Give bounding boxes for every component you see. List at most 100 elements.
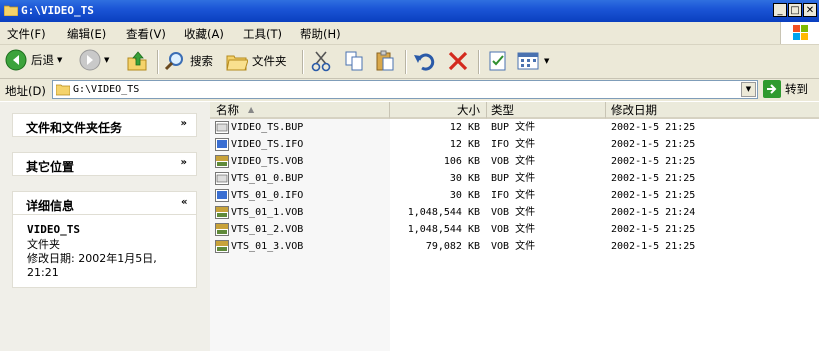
ifo-file-icon xyxy=(215,138,229,151)
file-tasks-panel-header[interactable]: 文件和文件夹任务 » xyxy=(12,113,197,137)
file-name: VTS_01_1.VOB xyxy=(231,207,304,218)
file-date: 2002-1-5 21:24 xyxy=(611,207,696,218)
file-type: BUP 文件 xyxy=(491,122,536,133)
file-size: 1,048,544 KB xyxy=(407,207,480,218)
menu-file[interactable]: 文件(F) xyxy=(7,26,46,42)
column-size-label: 大小 xyxy=(457,103,480,117)
address-label: 地址(D) xyxy=(5,84,46,98)
file-type: VOB 文件 xyxy=(491,207,536,218)
file-type: BUP 文件 xyxy=(491,173,536,184)
toolbar: 后退 ▼ ▼ 搜索 文件夹 ▼ xyxy=(0,45,819,79)
file-type: VOB 文件 xyxy=(491,241,536,252)
folders-label: 文件夹 xyxy=(252,54,287,68)
address-input[interactable]: G:\VIDEO_TS ▼ xyxy=(52,80,758,99)
sort-ascending-icon: ▲ xyxy=(248,105,255,114)
column-name-label: 名称 xyxy=(216,103,239,117)
table-row[interactable]: VTS_01_1.VOB 1,048,544 KB VOB 文件 2002-1-… xyxy=(210,204,819,221)
cut-icon xyxy=(311,51,331,72)
delete-button[interactable] xyxy=(447,50,469,72)
address-path: G:\VIDEO_TS xyxy=(73,84,140,95)
paste-button[interactable] xyxy=(374,50,396,72)
column-header-date[interactable]: 修改日期 xyxy=(606,102,819,119)
file-date: 2002-1-5 21:25 xyxy=(611,173,696,184)
back-button[interactable]: 后退 ▼ xyxy=(5,49,62,71)
table-row[interactable]: VIDEO_TS.IFO 12 KB IFO 文件 2002-1-5 21:25 xyxy=(210,136,819,153)
menu-tools[interactable]: 工具(T) xyxy=(243,26,282,42)
views-dropdown-icon[interactable]: ▼ xyxy=(544,57,549,65)
back-arrow-icon xyxy=(5,49,27,71)
window-title: G:\VIDEO_TS xyxy=(21,4,94,17)
back-dropdown-icon[interactable]: ▼ xyxy=(57,56,62,64)
minimize-button[interactable]: _ xyxy=(773,3,787,17)
details-panel-header[interactable]: 详细信息 » xyxy=(12,191,197,215)
table-row[interactable]: VTS_01_0.BUP 30 KB BUP 文件 2002-1-5 21:25 xyxy=(210,170,819,187)
go-button[interactable]: 转到 xyxy=(763,80,808,98)
other-places-panel-header[interactable]: 其它位置 » xyxy=(12,152,197,176)
views-button[interactable]: ▼ xyxy=(517,50,549,72)
file-date: 2002-1-5 21:25 xyxy=(611,156,696,167)
file-name: VIDEO_TS.BUP xyxy=(231,122,304,133)
cut-button[interactable] xyxy=(310,50,332,72)
forward-button[interactable]: ▼ xyxy=(79,49,109,71)
table-row[interactable]: VTS_01_0.IFO 30 KB IFO 文件 2002-1-5 21:25 xyxy=(210,187,819,204)
search-icon xyxy=(164,52,183,71)
folders-icon xyxy=(226,55,248,71)
menu-view[interactable]: 查看(V) xyxy=(126,26,166,42)
file-name: VTS_01_0.IFO xyxy=(231,190,304,201)
properties-icon xyxy=(489,51,506,71)
task-pane: 文件和文件夹任务 » 其它位置 » 详细信息 » VIDEO_TS 文件夹 修改… xyxy=(0,102,210,351)
properties-button[interactable] xyxy=(487,50,509,72)
file-name: VTS_01_2.VOB xyxy=(231,224,304,235)
ifo-file-icon xyxy=(215,189,229,202)
file-date: 2002-1-5 21:25 xyxy=(611,139,696,150)
address-dropdown-icon[interactable]: ▼ xyxy=(741,82,756,97)
menu-help[interactable]: 帮助(H) xyxy=(300,26,341,42)
file-list: 名称 ▲ 大小 类型 修改日期 VIDEO_TS.BUP 12 KB BUP 文… xyxy=(210,102,819,351)
title-bar: G:\VIDEO_TS _ □ ✕ xyxy=(0,0,819,22)
folder-icon xyxy=(56,84,70,96)
file-size: 106 KB xyxy=(443,156,480,167)
close-button[interactable]: ✕ xyxy=(803,3,817,17)
table-row[interactable]: VIDEO_TS.VOB 106 KB VOB 文件 2002-1-5 21:2… xyxy=(210,153,819,170)
column-header-name[interactable]: 名称 ▲ xyxy=(210,102,390,119)
copy-button[interactable] xyxy=(343,50,365,72)
search-button[interactable]: 搜索 xyxy=(164,50,213,72)
column-header-type[interactable]: 类型 xyxy=(487,102,606,119)
maximize-button[interactable]: □ xyxy=(788,3,802,17)
file-name: VTS_01_3.VOB xyxy=(231,241,304,252)
vob-file-icon xyxy=(215,206,229,219)
bup-file-icon xyxy=(215,172,229,185)
toolbar-separator xyxy=(478,50,480,74)
chevron-down-icon[interactable]: » xyxy=(181,157,187,168)
up-folder-button[interactable] xyxy=(126,50,148,72)
undo-button[interactable] xyxy=(413,50,435,72)
file-size: 30 KB xyxy=(449,190,480,201)
other-places-title: 其它位置 xyxy=(26,160,75,174)
detail-type: 文件夹 xyxy=(27,238,60,251)
file-type: VOB 文件 xyxy=(491,224,536,235)
menu-edit[interactable]: 编辑(E) xyxy=(67,26,106,42)
file-date: 2002-1-5 21:25 xyxy=(611,190,696,201)
vob-file-icon xyxy=(215,223,229,236)
chevron-down-icon[interactable]: » xyxy=(181,118,187,129)
search-label: 搜索 xyxy=(190,54,213,68)
menu-favorites[interactable]: 收藏(A) xyxy=(184,26,224,42)
table-row[interactable]: VTS_01_2.VOB 1,048,544 KB VOB 文件 2002-1-… xyxy=(210,221,819,238)
file-date: 2002-1-5 21:25 xyxy=(611,122,696,133)
copy-icon xyxy=(345,51,363,71)
chevron-up-icon[interactable]: » xyxy=(181,196,187,207)
folder-icon xyxy=(4,5,18,16)
column-header-size[interactable]: 大小 xyxy=(390,102,487,119)
table-row[interactable]: VTS_01_3.VOB 79,082 KB VOB 文件 2002-1-5 2… xyxy=(210,238,819,255)
file-size: 79,082 KB xyxy=(425,241,480,252)
file-name: VIDEO_TS.VOB xyxy=(231,156,304,167)
table-row[interactable]: VIDEO_TS.BUP 12 KB BUP 文件 2002-1-5 21:25 xyxy=(210,119,819,136)
forward-dropdown-icon[interactable]: ▼ xyxy=(104,56,109,64)
forward-arrow-icon xyxy=(79,49,101,71)
file-date: 2002-1-5 21:25 xyxy=(611,241,696,252)
file-name: VTS_01_0.BUP xyxy=(231,173,304,184)
file-size: 12 KB xyxy=(449,139,480,150)
column-type-label: 类型 xyxy=(491,103,514,117)
folders-button[interactable]: 文件夹 xyxy=(226,50,287,72)
menu-bar: 文件(F) 编辑(E) 查看(V) 收藏(A) 工具(T) 帮助(H) xyxy=(0,22,819,45)
